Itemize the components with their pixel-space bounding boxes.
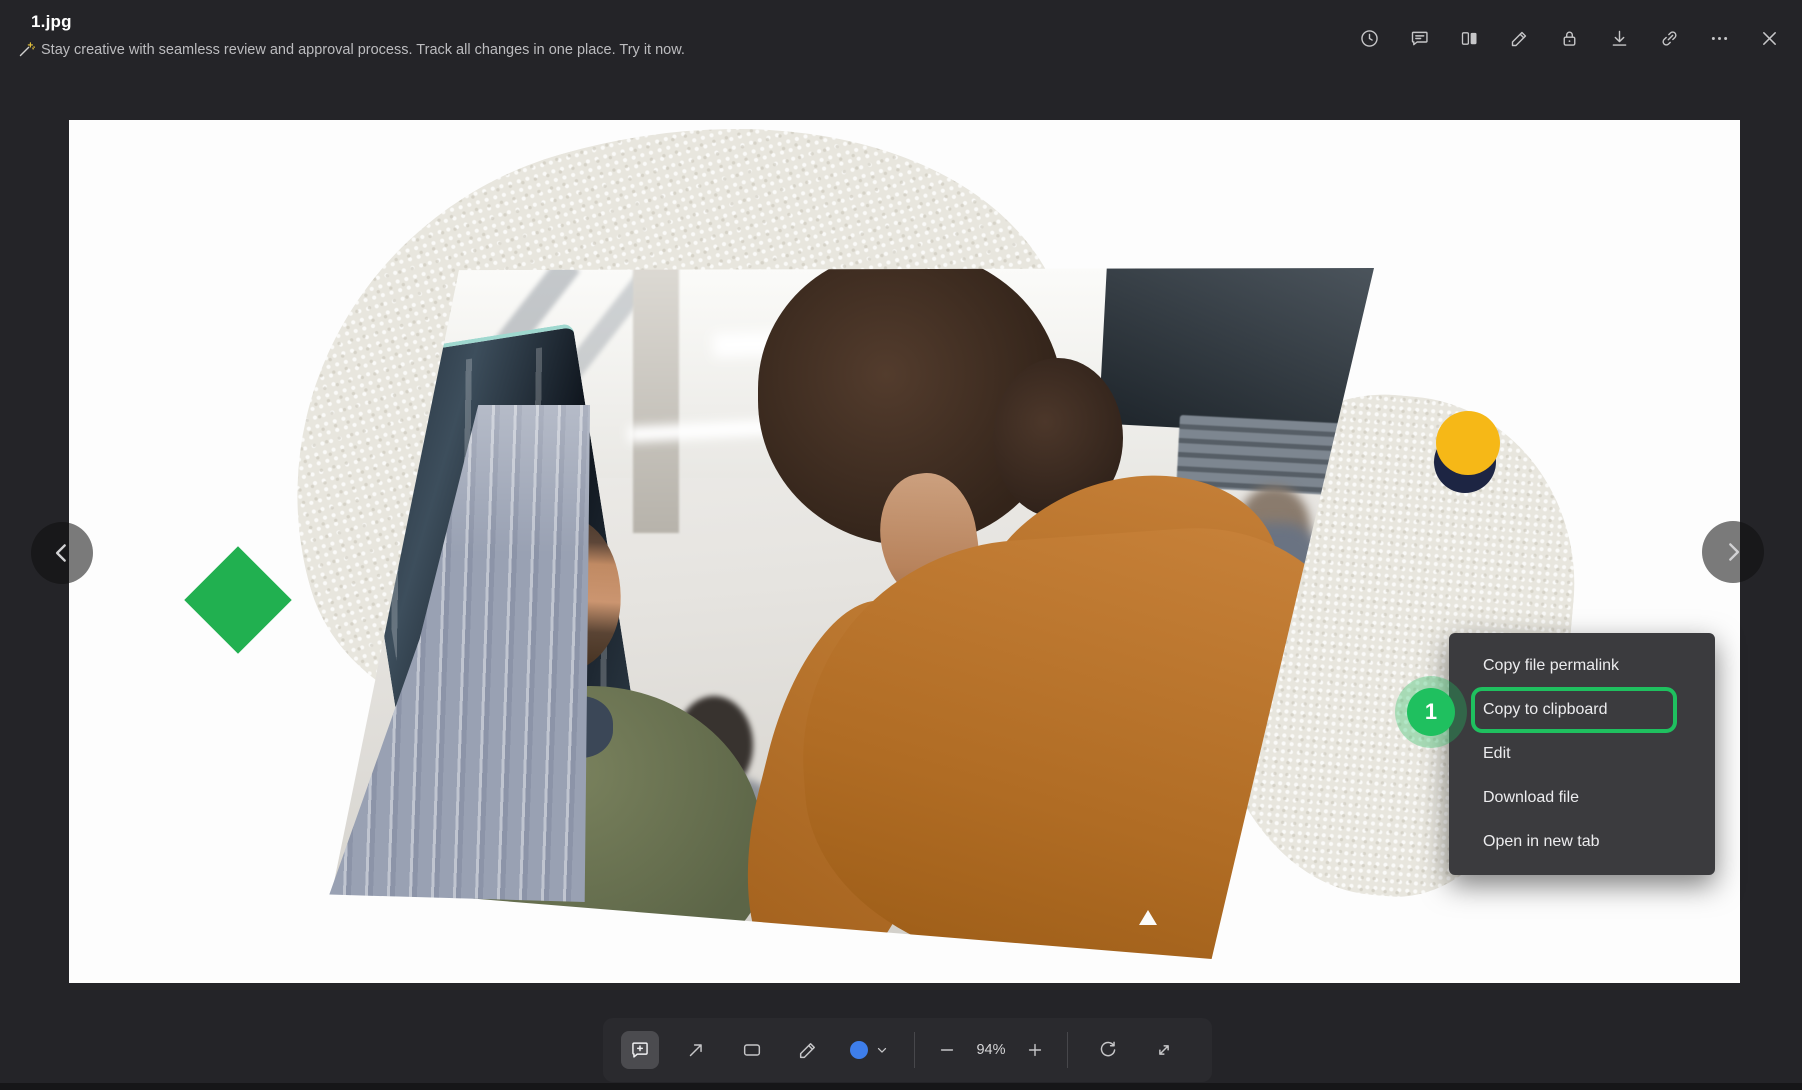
menu-item-open-in-new-tab[interactable]: Open in new tab: [1449, 820, 1715, 864]
viewer-toolbar: 94%: [603, 1018, 1212, 1082]
zoom-in-button[interactable]: [1015, 1018, 1055, 1082]
close-icon: [1759, 28, 1780, 49]
step-badge: 1: [1407, 688, 1455, 736]
comments-button[interactable]: [1408, 27, 1430, 49]
ellipsis-icon: [1709, 28, 1730, 49]
header-action-bar: [1358, 27, 1780, 49]
pencil-icon: [797, 1039, 819, 1061]
zoom-out-button[interactable]: [927, 1018, 967, 1082]
menu-item-edit[interactable]: Edit: [1449, 732, 1715, 776]
context-menu: Copy file permalink Copy to clipboard Ed…: [1449, 633, 1715, 875]
color-picker-button[interactable]: [836, 1018, 902, 1082]
marker-color-swatch: [850, 1041, 868, 1059]
lock-button[interactable]: [1558, 27, 1580, 49]
download-button[interactable]: [1608, 27, 1630, 49]
copy-link-button[interactable]: [1658, 27, 1680, 49]
rotate-icon: [1097, 1039, 1119, 1061]
draw-tool-button[interactable]: [780, 1018, 836, 1082]
more-options-button[interactable]: [1708, 27, 1730, 49]
add-comment-tool-button[interactable]: [612, 1018, 668, 1082]
menu-item-download-file[interactable]: Download file: [1449, 776, 1715, 820]
active-tool-highlight: [621, 1031, 659, 1069]
version-history-button[interactable]: [1358, 27, 1380, 49]
expand-icon: [1153, 1039, 1175, 1061]
clock-icon: [1359, 28, 1380, 49]
rectangle-tool-button[interactable]: [724, 1018, 780, 1082]
download-icon: [1609, 28, 1630, 49]
close-button[interactable]: [1758, 27, 1780, 49]
link-icon: [1659, 28, 1680, 49]
green-diamond: [184, 546, 291, 653]
menu-item-copy-file-permalink[interactable]: Copy file permalink: [1449, 644, 1715, 688]
next-file-button[interactable]: [1702, 521, 1764, 583]
promo-banner: Stay creative with seamless review and a…: [18, 41, 685, 58]
pencil-icon: [1509, 28, 1530, 49]
rotate-button[interactable]: [1080, 1018, 1136, 1082]
annotate-button[interactable]: [1508, 27, 1530, 49]
lock-icon: [1559, 28, 1580, 49]
file-preview-window: 1.jpg Stay creative with seamless review…: [0, 0, 1802, 1090]
arrow-tool-button[interactable]: [668, 1018, 724, 1082]
magic-wand-icon: [18, 41, 35, 58]
chevron-left-icon: [49, 540, 75, 566]
white-triangle-marker: [1139, 910, 1157, 925]
promo-text: Stay creative with seamless review and a…: [41, 42, 685, 58]
comment-icon: [1409, 28, 1430, 49]
yellow-circle: [1436, 411, 1500, 475]
file-name-title: 1.jpg: [31, 12, 72, 32]
chevron-right-icon: [1720, 539, 1746, 565]
rectangle-icon: [741, 1039, 763, 1061]
zoom-level-label: 94%: [967, 1042, 1015, 1058]
plus-icon: [1025, 1040, 1045, 1060]
comment-plus-icon: [629, 1039, 651, 1061]
fullscreen-button[interactable]: [1136, 1018, 1192, 1082]
minus-icon: [937, 1040, 957, 1060]
previous-file-button[interactable]: [31, 522, 93, 584]
window-bottom-edge: [0, 1083, 1802, 1090]
toolbar-divider: [914, 1032, 915, 1068]
arrow-icon: [685, 1039, 707, 1061]
compare-button[interactable]: [1458, 27, 1480, 49]
chevron-down-icon: [875, 1043, 889, 1057]
split-view-icon: [1459, 28, 1480, 49]
toolbar-divider: [1067, 1032, 1068, 1068]
menu-item-copy-to-clipboard[interactable]: Copy to clipboard: [1449, 688, 1715, 732]
